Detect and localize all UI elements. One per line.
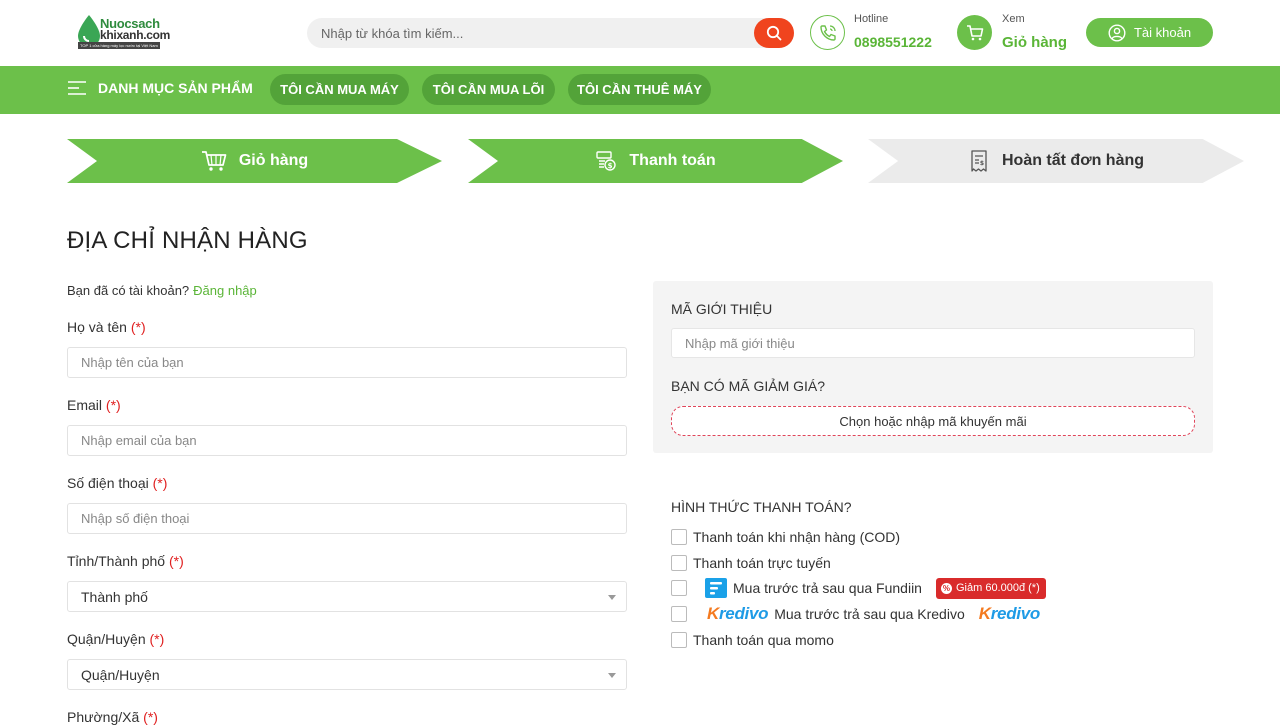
required-mark: (*) xyxy=(168,553,184,569)
kredivo-logo-icon: Kredivo xyxy=(978,604,1041,623)
nav-pill-buy-filter[interactable]: TÔI CẦN MUA LÕI xyxy=(422,74,555,105)
cart-link[interactable]: Giỏ hàng xyxy=(1002,34,1067,51)
category-menu-button[interactable]: DANH MỤC SẢN PHẨM xyxy=(68,80,253,96)
step-cart[interactable]: Giỏ hàng xyxy=(67,139,442,183)
payment-option-kredivo[interactable]: Kredivo Mua trước trả sau qua Kredivo Kr… xyxy=(671,604,1046,624)
coupon-heading: BẠN CÓ MÃ GIẢM GIÁ? xyxy=(671,378,826,394)
checkbox[interactable] xyxy=(671,529,687,545)
fundiin-logo-icon xyxy=(705,578,727,598)
promo-panel: MÃ GIỚI THIỆU Nhập mã giới thiệu BẠN CÓ … xyxy=(653,281,1213,453)
page-title: ĐỊA CHỈ NHẬN HÀNG xyxy=(67,227,308,254)
nav-pill-rent-machine[interactable]: TÔI CẦN THUÊ MÁY xyxy=(568,74,711,105)
discount-badge-text: Giảm 60.000đ (*) xyxy=(955,582,1040,594)
field-label-text: Email xyxy=(67,397,103,413)
checkbox[interactable] xyxy=(671,606,687,622)
step-complete[interactable]: $ Hoàn tất đơn hàng xyxy=(868,139,1244,183)
fullname-field[interactable]: Nhập tên của bạn xyxy=(67,347,627,378)
search-input[interactable] xyxy=(307,18,747,48)
account-label: Tài khoản xyxy=(1133,25,1192,40)
district-select[interactable]: Quận/Huyện xyxy=(67,659,627,690)
province-select-value: Thành phố xyxy=(81,588,148,605)
hotline-label: Hotline xyxy=(854,13,889,25)
hotline-button[interactable] xyxy=(810,15,845,50)
chevron-down-icon xyxy=(608,595,616,600)
login-prompt-text: Bạn đã có tài khoản? xyxy=(67,283,190,298)
site-header: Nuocsach khixanh.com TOP 1 cửa hàng máy … xyxy=(0,0,1280,66)
payment-option-label: Thanh toán trực tuyến xyxy=(693,555,831,571)
payment-option-label: Thanh toán khi nhận hàng (COD) xyxy=(693,529,901,545)
step-label: Thanh toán xyxy=(629,152,716,169)
required-mark: (*) xyxy=(130,319,146,335)
payment-icon: $ xyxy=(596,151,617,171)
required-mark: (*) xyxy=(149,631,165,647)
hotline-number[interactable]: 0898551222 xyxy=(854,34,932,50)
main-nav: DANH MỤC SẢN PHẨM TÔI CẦN MUA MÁY TÔI CẦ… xyxy=(0,66,1280,114)
coupon-button[interactable]: Chọn hoặc nhập mã khuyến mãi xyxy=(671,406,1195,436)
email-label: Email (*) xyxy=(67,397,121,413)
login-prompt: Bạn đã có tài khoản? Đăng nhập xyxy=(67,283,257,298)
payment-option-cod[interactable]: Thanh toán khi nhận hàng (COD) xyxy=(671,527,900,547)
required-mark: (*) xyxy=(143,709,158,725)
step-payment[interactable]: $ Thanh toán xyxy=(468,139,843,183)
payment-option-label: Thanh toán qua momo xyxy=(693,632,834,648)
payment-option-online[interactable]: Thanh toán trực tuyến xyxy=(671,553,831,573)
logo-tagline: TOP 1 cửa hàng máy lọc nước tại Việt Nam xyxy=(78,42,160,49)
cart-button[interactable] xyxy=(957,15,992,50)
svg-text:$: $ xyxy=(980,160,984,167)
logo-text-secondary: khixanh.com xyxy=(100,28,171,42)
discount-badge: % Giảm 60.000đ (*) xyxy=(935,577,1046,599)
required-mark: (*) xyxy=(152,475,168,491)
payment-option-fundiin[interactable]: Mua trước trả sau qua Fundiin % Giảm 60.… xyxy=(671,577,1046,599)
kredivo-logo-icon: Kredivo xyxy=(707,604,769,623)
site-logo[interactable]: Nuocsach khixanh.com TOP 1 cửa hàng máy … xyxy=(76,14,171,52)
checkbox[interactable] xyxy=(671,580,687,596)
category-menu-label: DANH MỤC SẢN PHẨM xyxy=(98,80,253,96)
required-mark: (*) xyxy=(105,397,121,413)
referral-code-field[interactable]: Nhập mã giới thiệu xyxy=(671,328,1195,358)
ward-label: Phường/Xã (*) xyxy=(67,709,158,725)
menu-icon xyxy=(68,81,86,95)
field-label-text: Số điện thoại xyxy=(67,475,149,491)
district-select-value: Quận/Huyện xyxy=(81,666,160,683)
search-button[interactable] xyxy=(754,18,794,48)
discount-icon: % xyxy=(940,582,952,594)
phone-icon xyxy=(819,24,836,41)
payment-option-label: Mua trước trả sau qua Kredivo xyxy=(774,606,965,622)
user-icon xyxy=(1108,23,1126,42)
email-field[interactable]: Nhập email của bạn xyxy=(67,425,627,456)
checkbox[interactable] xyxy=(671,632,687,648)
svg-text:$: $ xyxy=(608,162,613,170)
district-label: Quận/Huyện (*) xyxy=(67,631,164,647)
field-label-text: Tỉnh/Thành phố xyxy=(67,553,166,569)
login-link[interactable]: Đăng nhập xyxy=(193,283,257,298)
cart-label: Xem xyxy=(1002,13,1025,25)
step-label: Giỏ hàng xyxy=(238,152,309,169)
payment-option-momo[interactable]: Thanh toán qua momo xyxy=(671,630,834,650)
field-label-text: Phường/Xã xyxy=(67,709,140,725)
cart-icon xyxy=(966,24,983,40)
cart-icon xyxy=(201,151,227,171)
referral-heading: MÃ GIỚI THIỆU xyxy=(671,301,773,317)
province-label: Tỉnh/Thành phố (*) xyxy=(67,553,184,569)
nav-pill-buy-machine[interactable]: TÔI CẦN MUA MÁY xyxy=(270,74,409,105)
field-label-text: Quận/Huyện xyxy=(67,631,146,647)
account-button[interactable]: Tài khoản xyxy=(1086,18,1213,47)
phone-label: Số điện thoại (*) xyxy=(67,475,167,491)
checkbox[interactable] xyxy=(671,555,687,571)
payment-option-label: Mua trước trả sau qua Fundiin xyxy=(733,580,922,596)
step-label: Hoàn tất đơn hàng xyxy=(1001,152,1145,169)
payment-heading: HÌNH THỨC THANH TOÁN? xyxy=(671,499,852,515)
receipt-icon: $ xyxy=(971,150,987,172)
search-icon xyxy=(766,25,782,41)
field-label-text: Họ và tên xyxy=(67,319,127,335)
phone-field[interactable]: Nhập số điện thoại xyxy=(67,503,627,534)
chevron-down-icon xyxy=(608,673,616,678)
province-select[interactable]: Thành phố xyxy=(67,581,627,612)
search-bar xyxy=(307,18,794,48)
fullname-label: Họ và tên (*) xyxy=(67,319,146,335)
